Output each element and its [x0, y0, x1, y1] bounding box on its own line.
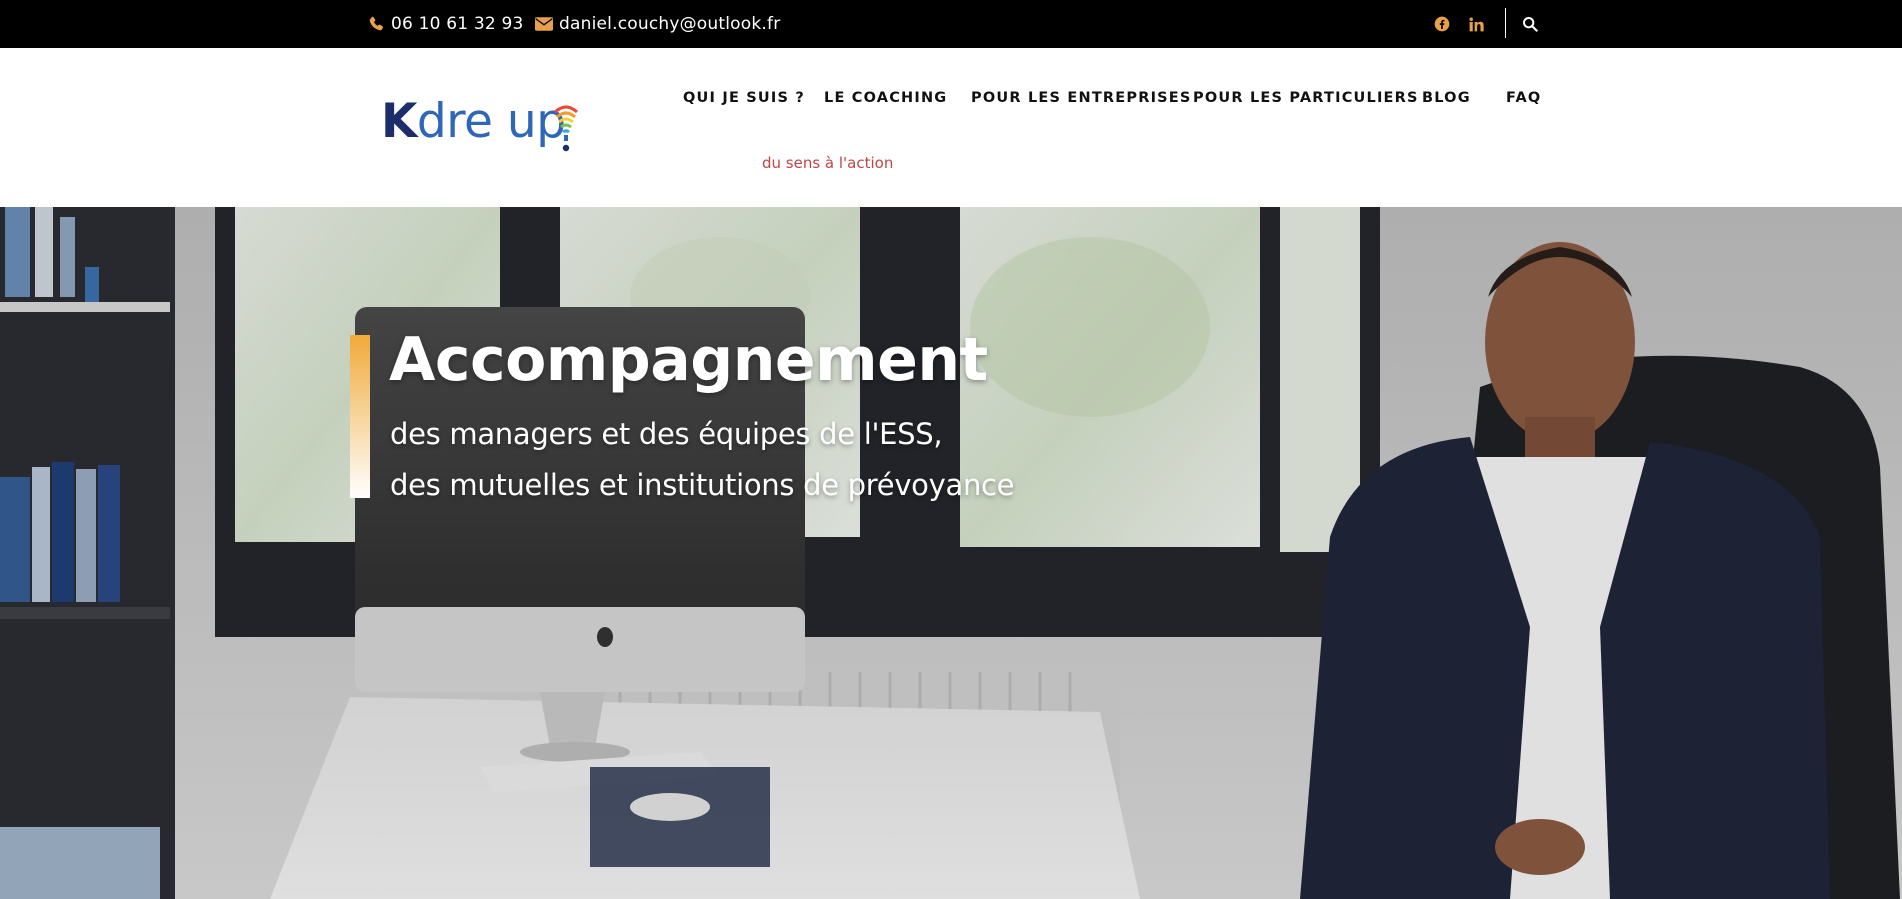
nav-item-blog[interactable]: BLOG — [1422, 90, 1471, 106]
hero-title: Accompagnement — [389, 325, 988, 395]
phone-contact[interactable]: 06 10 61 32 93 — [367, 0, 524, 48]
hero-office-photo — [0, 207, 1902, 899]
topbar-divider — [1505, 8, 1506, 38]
hero-section: Accompagnement des managers et des équip… — [0, 207, 1902, 899]
main-nav: QUI JE SUIS ? LE COACHING POUR LES ENTRE… — [0, 48, 1902, 152]
facebook-link[interactable] — [1430, 0, 1454, 48]
envelope-icon — [535, 17, 553, 31]
linkedin-link[interactable] — [1464, 0, 1488, 48]
hero-subtitle-line-1: des managers et des équipes de l'ESS, — [390, 417, 943, 451]
linkedin-icon — [1468, 16, 1484, 31]
search-button[interactable] — [1518, 0, 1542, 48]
nav-item-le-coaching[interactable]: LE COACHING — [824, 90, 947, 106]
nav-item-faq[interactable]: FAQ — [1506, 90, 1541, 106]
logo-tagline: du sens à l'action — [762, 154, 894, 172]
hero-accent-bar — [350, 335, 370, 498]
phone-icon — [369, 16, 383, 31]
phone-number: 06 10 61 32 93 — [391, 14, 524, 34]
nav-item-pour-les-particuliers[interactable]: POUR LES PARTICULIERS — [1193, 90, 1419, 106]
email-address: daniel.couchy@outlook.fr — [559, 14, 781, 34]
nav-item-pour-les-entreprises[interactable]: POUR LES ENTREPRISES — [971, 90, 1192, 106]
top-bar: 06 10 61 32 93 daniel.couchy@outlook.fr — [0, 0, 1902, 48]
site-header: Kdre up du sens à l'action QUI JE SUIS ?… — [0, 48, 1902, 207]
facebook-icon — [1434, 16, 1450, 32]
nav-item-qui-je-suis[interactable]: QUI JE SUIS ? — [683, 90, 805, 106]
hero-subtitle-line-2: des mutuelles et institutions de prévoya… — [390, 468, 1015, 502]
search-icon — [1523, 17, 1538, 32]
email-contact[interactable]: daniel.couchy@outlook.fr — [535, 0, 780, 48]
